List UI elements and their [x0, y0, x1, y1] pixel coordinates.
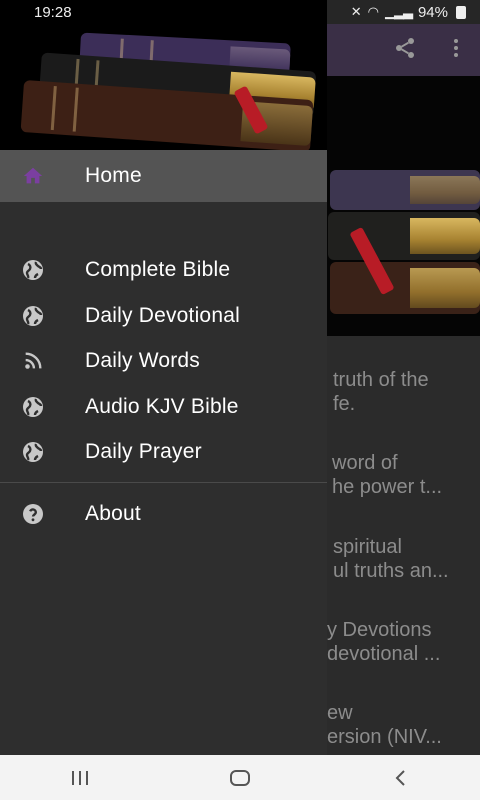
drawer-item-home[interactable]: Home: [0, 150, 327, 202]
wifi-icon: ◠: [367, 4, 379, 19]
drawer-item-complete-bible[interactable]: Complete Bible: [0, 246, 327, 294]
drawer-item-label: Home: [85, 164, 142, 187]
more-options-icon[interactable]: [444, 36, 468, 66]
drawer-item-label: Daily Devotional: [85, 304, 240, 327]
share-icon[interactable]: [393, 36, 417, 66]
drawer-item-label: About: [85, 502, 141, 525]
drawer-item-about[interactable]: About: [0, 490, 327, 538]
drawer-item-daily-words[interactable]: Daily Words: [0, 337, 327, 385]
drawer-item-label: Daily Prayer: [85, 440, 202, 463]
drawer-divider: [0, 482, 327, 483]
mute-icon: ✕: [350, 4, 362, 19]
list-item: y Devotions devotional ...: [327, 619, 441, 665]
help-icon: [21, 502, 45, 526]
drawer-item-label: Complete Bible: [85, 258, 231, 281]
battery-icon: [456, 5, 466, 19]
status-bar: 19:28 ✕ ◠ ▁▂▃ 94%: [0, 0, 480, 24]
rss-icon: [21, 349, 45, 373]
status-time: 19:28: [34, 3, 72, 21]
navigation-drawer: Home Complete Bible Daily Devotional Dai…: [0, 0, 327, 755]
globe-icon: [21, 395, 45, 419]
drawer-item-label: Audio KJV Bible: [85, 395, 239, 418]
battery-level: 94%: [417, 3, 448, 21]
drawer-item-daily-devotional[interactable]: Daily Devotional: [0, 292, 327, 340]
globe-icon: [21, 304, 45, 328]
recent-apps-button[interactable]: [50, 763, 110, 793]
list-item: spiritual ul truths an...: [333, 536, 449, 582]
globe-icon: [21, 258, 45, 282]
signal-icon: ▁▂▃: [384, 4, 413, 19]
system-nav-bar: [0, 755, 480, 800]
home-button[interactable]: [210, 763, 270, 793]
list-item: ew ersion (NIV...: [327, 702, 442, 748]
drawer-item-audio-kjv-bible[interactable]: Audio KJV Bible: [0, 383, 327, 431]
globe-icon: [21, 440, 45, 464]
drawer-item-daily-prayer[interactable]: Daily Prayer: [0, 428, 327, 476]
list-item: truth of the fe.: [333, 369, 429, 415]
drawer-item-label: Daily Words: [85, 349, 201, 372]
home-icon: [21, 164, 45, 188]
back-button[interactable]: [370, 763, 430, 793]
list-item: word of he power t...: [332, 452, 443, 498]
